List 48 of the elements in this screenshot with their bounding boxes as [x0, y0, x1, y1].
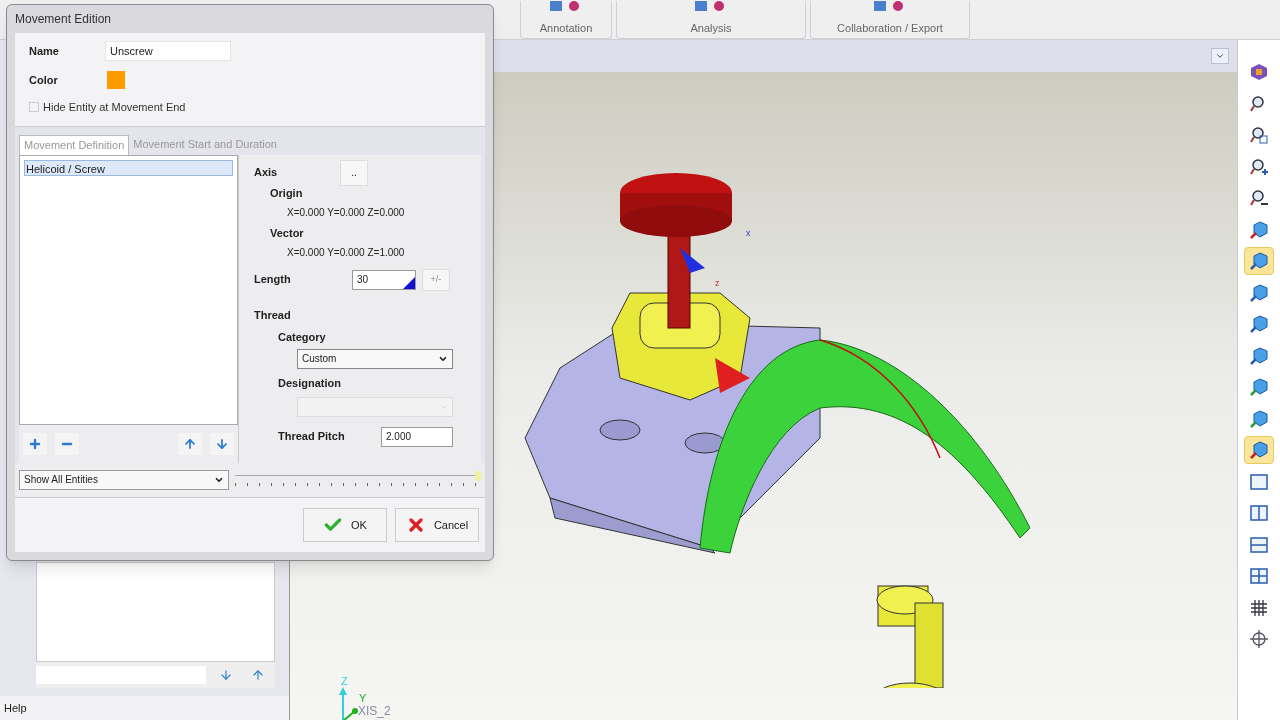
down-arrow-icon — [219, 668, 233, 682]
axis-label: Z — [341, 674, 348, 689]
name-field[interactable]: Unscrew — [105, 41, 231, 61]
chevron-down-icon — [1215, 51, 1225, 61]
ok-button[interactable]: OK — [303, 507, 387, 542]
color-swatch[interactable] — [107, 71, 125, 89]
add-button[interactable] — [23, 432, 47, 455]
field-label: Designation — [277, 375, 342, 391]
move-up-button[interactable] — [178, 432, 202, 455]
field-label: Category — [277, 329, 327, 345]
dialog-title: Movement Edition — [15, 11, 112, 28]
search-field[interactable] — [36, 666, 206, 684]
cube-view-icon[interactable] — [1244, 247, 1274, 275]
field-label: Thread Pitch — [278, 429, 346, 445]
axis-pick-button[interactable]: .. — [340, 159, 368, 186]
coordinates-text: X=0.000 Y=0.000 Z=0.000 — [286, 205, 406, 220]
coordinates-text: X=0.000 Y=0.000 Z=1.000 — [286, 245, 406, 260]
axis-label: Y — [359, 691, 367, 706]
field-label: Color — [29, 72, 59, 88]
axis-label: z — [715, 277, 720, 290]
category-dropdown[interactable]: Custom — [297, 348, 453, 369]
axis-label: x — [746, 227, 751, 240]
timeline-thumb[interactable] — [475, 470, 481, 481]
section-label: Axis — [254, 165, 279, 181]
cube-view-icon[interactable] — [1244, 436, 1274, 464]
field-label: Origin — [269, 185, 304, 201]
spinner-icon — [403, 276, 415, 289]
remove-button[interactable] — [55, 432, 79, 455]
field-label: Length — [254, 272, 292, 288]
status-text: Help — [4, 700, 27, 716]
field-label: Vector — [269, 225, 305, 241]
thread-pitch-field[interactable]: 2.000 — [381, 426, 453, 447]
cancel-button[interactable]: Cancel — [395, 507, 479, 542]
axis-name: XIS_2 — [358, 703, 391, 720]
field-label: Name — [29, 43, 60, 59]
filter-dropdown[interactable]: Show All Entities — [19, 469, 229, 490]
sign-toggle-button[interactable]: +/- — [422, 268, 450, 291]
move-down-button[interactable] — [210, 432, 234, 455]
up-arrow-icon — [251, 668, 265, 682]
ribbon-group-label: Analysis — [690, 20, 732, 36]
section-label: Thread — [254, 307, 292, 323]
checkbox-label: Hide Entity at Movement End — [43, 100, 186, 115]
length-field[interactable]: 30 — [352, 269, 416, 290]
list-item[interactable]: Helicoid / Screw — [24, 159, 233, 176]
ribbon-group-label: Collaboration / Export — [837, 20, 943, 36]
plus-icon — [28, 436, 42, 451]
ribbon-group-label: Annotation — [539, 20, 593, 36]
checkbox[interactable] — [29, 102, 39, 113]
